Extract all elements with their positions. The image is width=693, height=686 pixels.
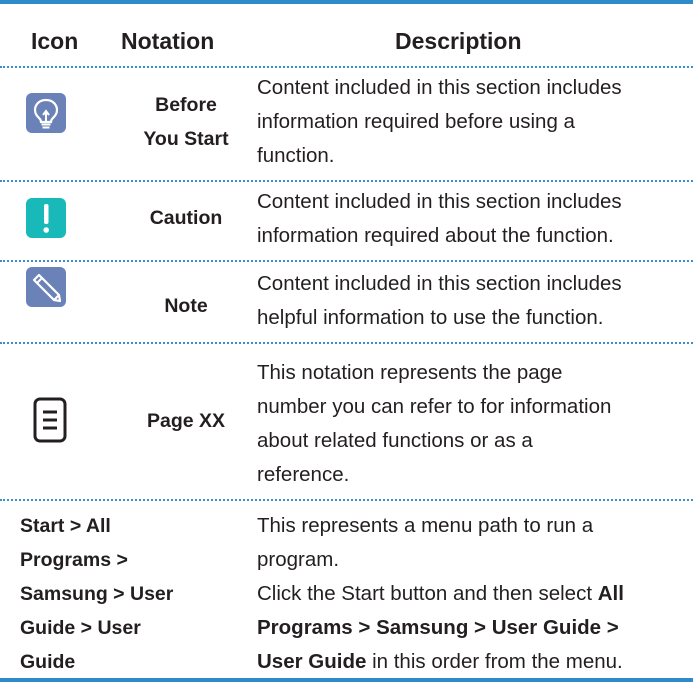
notation-text: Programs > [20,549,128,571]
description-text: information required about the function. [257,224,614,247]
description-bold-text: User Guide [257,650,367,673]
header-notation: Notation [121,28,215,54]
notation-text: Guide [20,651,76,673]
description-text: number you can refer to for information [257,395,612,418]
description-bold-text: Programs > Samsung > User Guide > [257,616,619,639]
description-text: User Guide in this order from the menu. [257,645,689,679]
description-text: Content included in this section include… [257,272,622,295]
description-text: This notation represents the page [257,361,563,384]
description-page-xx: This notation represents the page number… [257,356,689,492]
lightbulb-icon [26,93,66,133]
divider [0,66,693,68]
exclamation-icon [26,198,66,238]
notation-caution: Caution [149,207,223,229]
notation-text: Guide > User [20,617,141,639]
description-text: Content included in this section include… [257,76,622,99]
description-plain-text: Click the Start button and then select [257,582,598,605]
description-note: Content included in this section include… [257,267,689,335]
description-text: about related functions or as a [257,429,533,452]
description-text: program. [257,548,340,571]
notation-note: Note [164,295,208,317]
description-plain-text: in this order from the menu. [366,650,623,673]
divider [0,342,693,344]
description-text: Click the Start button and then select A… [257,577,689,611]
notation-text: You Start [143,128,229,150]
notation-text: Samsung > User [20,583,174,605]
description-text: Content included in this section include… [257,190,622,213]
table-bottom-rule [0,678,693,682]
header-icon: Icon [31,28,79,54]
description-text: helpful information to use the function. [257,306,604,329]
notation-text: Before [155,94,217,116]
page-reference-icon [33,397,67,443]
description-text: Programs > Samsung > User Guide > [257,611,689,645]
divider [0,499,693,501]
pencil-icon [26,267,66,307]
description-caution: Content included in this section include… [257,185,689,253]
description-text: This represents a menu path to run a [257,514,594,537]
description-text: function. [257,144,335,167]
notation-text: Start > All [20,515,111,537]
notation-before-you-start: Before You Start [118,88,254,156]
table-top-rule [0,0,693,4]
notation-page-xx: Page XX [146,410,226,432]
description-before-you-start: Content included in this section include… [257,71,689,173]
description-text: information required before using a [257,110,575,133]
divider [0,260,693,262]
notation-menu-path: Start > All Programs > Samsung > User Gu… [20,509,240,679]
header-description: Description [395,28,522,54]
divider [0,180,693,182]
description-text: reference. [257,463,350,486]
description-menu-path: This represents a menu path to run a pro… [257,509,689,679]
description-bold-text: All [597,582,624,605]
